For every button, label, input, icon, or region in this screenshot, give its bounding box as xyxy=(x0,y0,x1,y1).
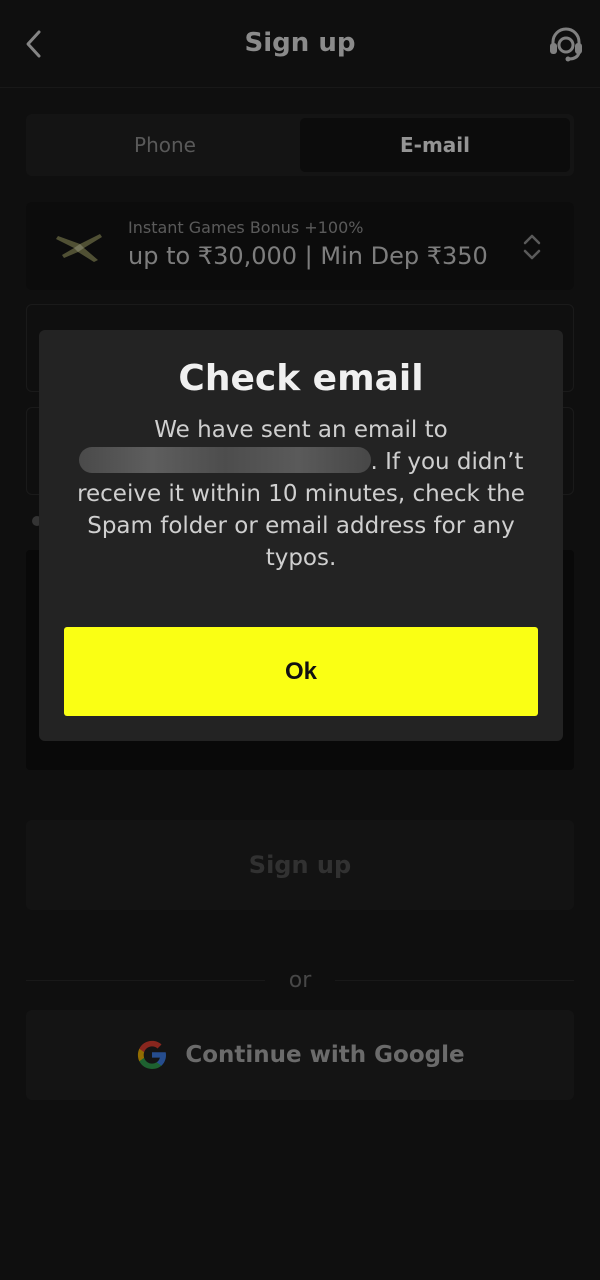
dialog-title: Check email xyxy=(178,358,424,399)
check-email-dialog: Check email We have sent an email to . I… xyxy=(39,330,563,741)
ok-button[interactable]: Ok xyxy=(64,627,538,716)
redacted-email xyxy=(78,447,371,473)
dialog-message: We have sent an email to . If you didn’t… xyxy=(67,414,535,574)
dialog-message-prefix: We have sent an email to xyxy=(154,417,448,443)
